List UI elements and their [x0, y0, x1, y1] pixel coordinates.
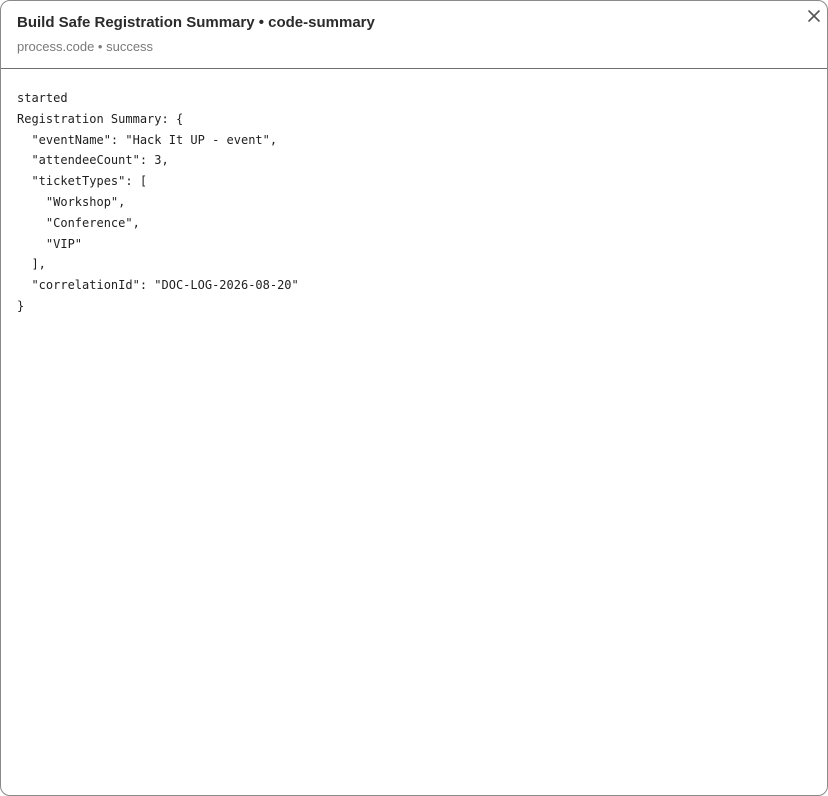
- code-line: "Conference",: [17, 215, 140, 230]
- code-line: "attendeeCount": 3,: [17, 153, 169, 168]
- code-line: ],: [17, 257, 46, 272]
- code-line: Registration Summary: {: [17, 111, 184, 126]
- code-line: "Workshop",: [17, 194, 126, 209]
- code-line: "eventName": "Hack It UP - event",: [17, 132, 278, 147]
- dialog-body: started Registration Summary: { "eventNam…: [1, 70, 827, 795]
- close-button[interactable]: [803, 5, 825, 27]
- dialog-header: Build Safe Registration Summary • code-s…: [1, 1, 827, 69]
- code-output-dialog: Build Safe Registration Summary • code-s…: [0, 0, 828, 796]
- code-line: "correlationId": "DOC-LOG-2026-08-20": [17, 278, 299, 293]
- code-line: }: [17, 298, 25, 313]
- close-icon: [808, 10, 820, 22]
- code-line: "VIP": [17, 236, 83, 251]
- code-line: started: [17, 91, 68, 105]
- dialog-title: Build Safe Registration Summary • code-s…: [17, 14, 375, 31]
- dialog-subtitle: process.code • success: [17, 39, 154, 54]
- code-output: started Registration Summary: { "eventNam…: [17, 88, 299, 317]
- code-line: "ticketTypes": [: [17, 174, 148, 189]
